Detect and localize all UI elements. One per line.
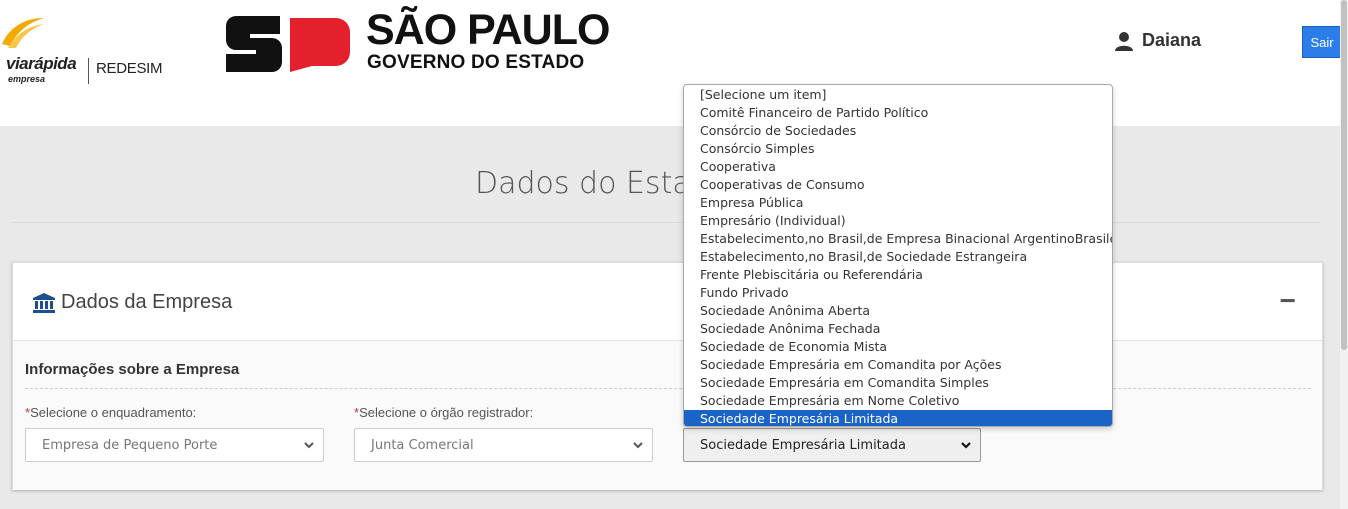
sao-paulo-logo-icon (226, 16, 350, 72)
enquadramento-select[interactable]: Empresa de Pequeno Porte (25, 428, 324, 462)
page-scrollbar[interactable] (1340, 0, 1348, 509)
viarapida-swoosh-icon (2, 18, 44, 48)
dropdown-option[interactable]: Sociedade Empresária em Comandita por Aç… (684, 356, 1112, 374)
panel-title: Dados da Empresa (33, 291, 232, 314)
gov-subtitle: GOVERNO DO ESTADO (367, 52, 585, 73)
user-icon (1115, 31, 1133, 51)
orgao-label: *Selecione o órgão registrador: (354, 405, 534, 420)
panel-header[interactable]: Dados da Empresa − (13, 263, 1322, 341)
dropdown-option[interactable]: Estabelecimento,no Brasil,de Empresa Bin… (684, 230, 1112, 248)
dropdown-option[interactable]: Cooperativa (684, 158, 1112, 176)
dropdown-option[interactable]: Empresa Pública (684, 194, 1112, 212)
chevron-down-icon (633, 442, 643, 449)
dropdown-option[interactable]: Sociedade Empresária em Nome Coletivo (684, 392, 1112, 410)
viarapida-text: viarápida (6, 54, 77, 73)
dropdown-option[interactable]: Sociedade Anônima Fechada (684, 320, 1112, 338)
viarapida-subtext: empresa (8, 74, 46, 84)
dropdown-option[interactable]: Consórcio de Sociedades (684, 122, 1112, 140)
chevron-down-icon (961, 442, 971, 449)
orgao-value: Junta Comercial (371, 437, 474, 453)
header: viarápida empresa REDESIM SÃO PAULO GOVE… (0, 0, 1342, 126)
page-title: Dados do Esta (475, 166, 691, 201)
dropdown-option[interactable]: Sociedade de Economia Mista (684, 338, 1112, 356)
natureza-juridica-select[interactable]: Sociedade Empresária Limitada (683, 428, 981, 462)
dropdown-option[interactable]: Empresário (Individual) (684, 212, 1112, 230)
chevron-down-icon (304, 442, 314, 449)
title-divider (12, 222, 1320, 223)
logo-divider (88, 58, 89, 84)
scrollbar-thumb[interactable] (1341, 0, 1347, 350)
dropdown-option[interactable]: Estabelecimento,no Brasil,de Sociedade E… (684, 248, 1112, 266)
enquadramento-label: *Selecione o enquadramento: (25, 405, 197, 420)
natureza-juridica-dropdown[interactable]: [Selecione um item] Comitê Financeiro de … (683, 84, 1113, 427)
natureza-juridica-value: Sociedade Empresária Limitada (700, 437, 906, 453)
section-title: Informações sobre a Empresa (25, 361, 240, 378)
dropdown-option[interactable]: Sociedade Empresária Limitada (684, 410, 1112, 426)
bank-icon (33, 292, 55, 313)
dropdown-option[interactable]: Fundo Privado (684, 284, 1112, 302)
user-menu[interactable]: Daiana (1114, 30, 1201, 51)
enquadramento-value: Empresa de Pequeno Porte (42, 437, 218, 453)
dropdown-option[interactable]: [Selecione um item] (684, 86, 1112, 104)
collapse-button[interactable]: − (1280, 285, 1296, 317)
user-name: Daiana (1142, 30, 1202, 50)
panel-body: Informações sobre a Empresa *Selecione o… (13, 341, 1322, 490)
dropdown-option[interactable]: Frente Plebiscitária ou Referendária (684, 266, 1112, 284)
section-divider (25, 388, 1311, 389)
dropdown-option[interactable]: Sociedade Anônima Aberta (684, 302, 1112, 320)
dropdown-option[interactable]: Sociedade Empresária em Comandita Simple… (684, 374, 1112, 392)
company-data-panel: Dados da Empresa − Informações sobre a E… (12, 262, 1323, 490)
dropdown-option[interactable]: Cooperativas de Consumo (684, 176, 1112, 194)
redesim-text: REDESIM (96, 60, 163, 77)
gov-title: SÃO PAULO (366, 6, 610, 54)
panel-title-text: Dados da Empresa (61, 291, 233, 313)
orgao-select[interactable]: Junta Comercial (354, 428, 653, 462)
logout-button[interactable]: Sair (1302, 26, 1342, 58)
dropdown-option[interactable]: Consórcio Simples (684, 140, 1112, 158)
viarapida-logo: viarápida empresa REDESIM (0, 14, 163, 84)
dropdown-option[interactable]: Comitê Financeiro de Partido Político (684, 104, 1112, 122)
